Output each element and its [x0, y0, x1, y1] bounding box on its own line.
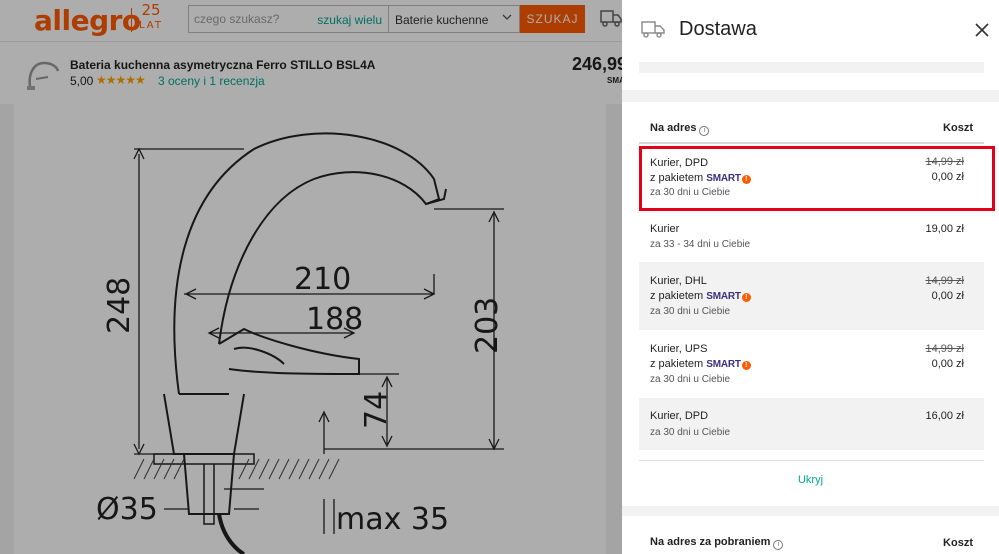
smart-line: z pakietem SMART!	[650, 358, 751, 370]
option-price: 16,00 zł	[925, 410, 964, 422]
modal-backdrop[interactable]	[0, 0, 622, 554]
delivery-option[interactable]: Kurier za 33 - 34 dni u Ciebie 19,00 zł	[639, 212, 984, 262]
smart-badge-icon: !	[741, 361, 751, 370]
option-name: Kurier, DHL	[650, 275, 707, 287]
delivery-option[interactable]: Kurier, DPD za 30 dni u Ciebie 16,00 zł	[639, 398, 984, 450]
section-heading-text: Na adres	[650, 122, 697, 134]
info-icon[interactable]: i	[773, 540, 784, 550]
option-days: za 33 - 34 dni u Ciebie	[650, 239, 751, 250]
close-icon[interactable]	[974, 22, 990, 38]
section-heading: Na adres za pobraniem i	[650, 536, 784, 550]
smart-label: SMART	[706, 359, 741, 370]
delivery-truck-icon	[641, 21, 665, 38]
drawer-title: Dostawa	[679, 18, 757, 40]
hide-link[interactable]: Ukryj	[622, 474, 999, 486]
list-divider	[639, 460, 984, 461]
smart-prefix: z pakietem	[650, 290, 704, 302]
selected-option-highlight	[639, 146, 995, 211]
delivery-drawer: Dostawa Na adres i Koszt Kurier, DPD z pa…	[622, 0, 999, 554]
option-price: 19,00 zł	[925, 223, 964, 235]
cost-heading: Koszt	[943, 537, 973, 549]
option-name: Kurier	[650, 223, 680, 235]
info-icon[interactable]: i	[699, 126, 710, 136]
section-heading-text: Na adres za pobraniem	[650, 536, 771, 548]
page: allegro 25 LAT szukaj wielu Baterie kuch…	[0, 0, 999, 554]
option-days: za 30 dni u Ciebie	[650, 427, 731, 438]
section-divider	[639, 142, 984, 144]
option-days: za 30 dni u Ciebie	[650, 306, 731, 317]
option-old-price: 14,99 zł	[925, 343, 964, 355]
delivery-section-cod: Na adres za pobraniem i Koszt	[622, 516, 999, 554]
drawer-header: Dostawa	[622, 0, 999, 62]
section-heading: Na adres i	[650, 122, 710, 136]
smart-label: SMART	[706, 291, 741, 302]
delivery-option[interactable]: Kurier, UPS z pakietem SMART! za 30 dni …	[639, 330, 984, 398]
smart-line: z pakietem SMART!	[650, 290, 751, 302]
smart-prefix: z pakietem	[650, 358, 704, 370]
previous-section-card	[622, 62, 999, 90]
smart-badge-icon: !	[741, 293, 751, 302]
delivery-option[interactable]: Kurier, DHL z pakietem SMART! za 30 dni …	[639, 262, 984, 330]
cost-heading: Koszt	[943, 122, 973, 134]
option-price: 0,00 zł	[931, 358, 964, 370]
option-days: za 30 dni u Ciebie	[650, 374, 731, 385]
option-name: Kurier, DPD	[650, 410, 709, 422]
option-name: Kurier, UPS	[650, 343, 708, 355]
option-old-price: 14,99 zł	[925, 275, 964, 287]
option-price: 0,00 zł	[931, 290, 964, 302]
previous-section-inner	[639, 62, 984, 73]
